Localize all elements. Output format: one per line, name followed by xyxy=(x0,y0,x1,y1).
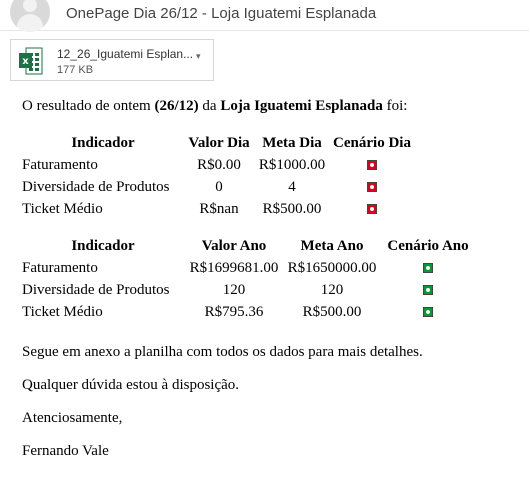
value-cell: R$0.00 xyxy=(197,156,241,173)
column-header: Meta Ano xyxy=(300,237,364,254)
email-body: O resultado de ontem (26/12) da Loja Igu… xyxy=(22,98,522,460)
target-cell: R$500.00 xyxy=(262,200,322,217)
table-row: Faturamento R$1699681.00 R$1650000.00 xyxy=(22,257,476,279)
indicator-cell: Faturamento xyxy=(22,259,98,276)
column-header: Meta Dia xyxy=(262,134,322,151)
value-cell: R$795.36 xyxy=(204,303,264,320)
table-header-row: Indicador Valor Ano Meta Ano Cenário Ano xyxy=(22,235,476,257)
excel-file-icon: x xyxy=(19,47,43,75)
availability-note: Qualquer dúvida estou à disposição. xyxy=(22,377,240,393)
status-cell xyxy=(330,154,414,176)
daily-indicators-table: Indicador Valor Dia Meta Dia Cenário Dia… xyxy=(22,132,414,220)
column-header: Cenário Dia xyxy=(333,134,411,151)
status-red-icon xyxy=(367,182,377,193)
attachment-note: Segue em anexo a planilha com todos os d… xyxy=(22,344,423,360)
status-cell xyxy=(380,257,476,279)
table-row: Ticket Médio R$795.36 R$500.00 xyxy=(22,301,476,323)
table-row: Diversidade de Produtos 0 4 xyxy=(22,176,414,198)
target-cell: R$500.00 xyxy=(302,303,362,320)
intro-date: (26/12) xyxy=(154,98,199,114)
chevron-down-icon[interactable]: ▾ xyxy=(196,52,201,62)
target-cell: R$1000.00 xyxy=(258,156,326,173)
avatar-body-shape xyxy=(17,14,43,32)
indicator-cell: Ticket Médio xyxy=(22,200,103,217)
status-cell xyxy=(380,279,476,301)
intro-suffix: foi: xyxy=(382,98,408,114)
attachment-name: 12_26_Iguatemi Esplan... xyxy=(57,47,194,61)
sender-avatar[interactable] xyxy=(10,0,50,32)
target-cell: R$1650000.00 xyxy=(287,259,377,276)
closing-text: Atenciosamente, xyxy=(22,410,123,426)
status-cell xyxy=(330,198,414,220)
intro-prefix: O resultado de ontem xyxy=(22,98,155,114)
status-green-icon xyxy=(423,263,433,274)
table-row: Diversidade de Produtos 120 120 xyxy=(22,279,476,301)
status-red-icon xyxy=(367,204,377,215)
status-green-icon xyxy=(423,307,433,318)
attachment-card[interactable]: x 12_26_Iguatemi Esplan... 177 KB ▾ xyxy=(10,39,214,81)
email-subject: OnePage Dia 26/12 - Loja Iguatemi Esplan… xyxy=(66,5,377,22)
value-cell: 120 xyxy=(222,281,246,298)
column-header: Cenário Ano xyxy=(387,237,469,254)
indicator-cell: Faturamento xyxy=(22,156,98,173)
svg-text:x: x xyxy=(22,56,29,67)
target-cell: 4 xyxy=(288,178,296,195)
column-header: Valor Ano xyxy=(201,237,267,254)
value-cell: 0 xyxy=(215,178,223,195)
avatar-head-shape xyxy=(23,0,37,12)
indicator-cell: Ticket Médio xyxy=(22,303,103,320)
message-header: OnePage Dia 26/12 - Loja Iguatemi Esplan… xyxy=(0,0,529,32)
table-header-row: Indicador Valor Dia Meta Dia Cenário Dia xyxy=(22,132,414,154)
value-cell: R$nan xyxy=(199,200,239,217)
status-red-icon xyxy=(367,160,377,171)
column-header: Indicador xyxy=(71,134,135,151)
intro-store: Loja Iguatemi Esplanada xyxy=(220,98,383,114)
intro-paragraph: O resultado de ontem (26/12) da Loja Igu… xyxy=(22,98,522,115)
table-row: Ticket Médio R$nan R$500.00 xyxy=(22,198,414,220)
indicator-cell: Diversidade de Produtos xyxy=(22,178,170,195)
signature: Fernando Vale xyxy=(22,443,109,459)
column-header: Indicador xyxy=(71,237,135,254)
attachment-size: 177 KB xyxy=(57,64,94,76)
yearly-indicators-table: Indicador Valor Ano Meta Ano Cenário Ano… xyxy=(22,235,476,323)
status-cell xyxy=(380,301,476,323)
column-header: Valor Dia xyxy=(188,134,250,151)
target-cell: 120 xyxy=(320,281,344,298)
intro-mid: da xyxy=(198,98,221,114)
indicator-cell: Diversidade de Produtos xyxy=(22,281,170,298)
status-green-icon xyxy=(423,285,433,296)
value-cell: R$1699681.00 xyxy=(189,259,279,276)
status-cell xyxy=(330,176,414,198)
table-row: Faturamento R$0.00 R$1000.00 xyxy=(22,154,414,176)
